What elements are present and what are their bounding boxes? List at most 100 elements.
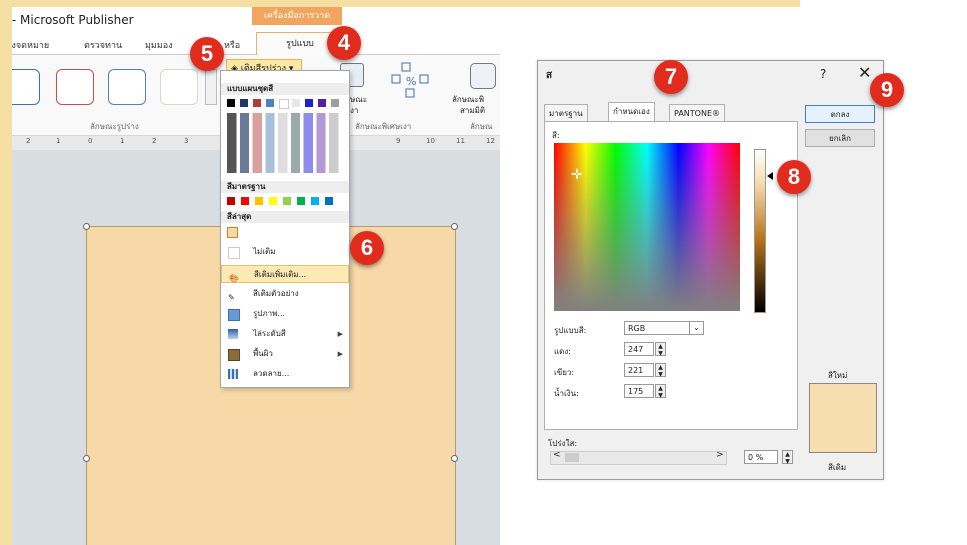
transparency-label: โปร่งใส: [548,439,578,448]
menu-item-sample-fill[interactable]: ✎ สีเติมตัวอย่าง [221,285,349,303]
menu-item-label: ไล่ระดับสี [253,329,286,338]
transparency-field[interactable]: 0 % [744,450,778,464]
step-badge-4: 4 [327,26,361,60]
color-model-label: รูปแบบสี: [554,326,587,335]
luminance-pointer-icon[interactable] [767,172,773,180]
recent-colors-header: สีล่าสุด [221,211,349,223]
tab-pantone[interactable]: PANTONE® [669,104,725,122]
menu-item-picture[interactable]: รูปภาพ... [221,305,349,323]
standard-color-row [227,197,343,207]
tutorial-background [0,0,800,7]
resize-handle[interactable] [451,223,458,230]
scroll-right-icon[interactable]: > [716,450,724,460]
close-icon[interactable]: ✕ [858,63,871,82]
tutorial-left-band [0,0,12,545]
tab-view[interactable]: มุมมอง [145,38,173,52]
3d-effects-icon[interactable] [470,63,496,89]
ruler-mark: 2 [152,137,157,145]
blue-spinner[interactable]: ▲ ▼ [655,384,666,399]
color-swatch[interactable] [253,99,261,107]
ruler-mark: 9 [396,137,401,145]
tab-review[interactable]: ตรวจทาน [84,38,122,52]
color-swatch[interactable] [297,197,305,205]
color-swatch[interactable] [292,99,300,107]
green-field[interactable]: 221 [624,363,654,377]
step-badge-7: 7 [654,60,688,94]
scroll-left-icon[interactable]: < [553,450,561,460]
color-swatch[interactable] [266,99,274,107]
ruler-mark: 2 [26,137,31,145]
colors-dialog: ส ? ✕ มาตรฐาน กำหนดเอง PANTONE® สี: ✛ รู… [537,60,884,480]
texture-icon [228,349,240,361]
colors-label: สี: [552,131,560,140]
ruler-mark: 12 [486,137,495,145]
slider-thumb[interactable] [565,453,579,462]
shape-style-blue2-swatch[interactable] [108,69,146,105]
new-color-label: สีใหม่ [828,371,848,380]
dialog-title: ส [546,70,553,81]
shadow-nudge-icon[interactable]: % [390,61,434,101]
current-color-label: สีเดิม [828,463,847,472]
pattern-icon [228,369,238,379]
picture-icon [228,309,240,321]
ruler-mark: 10 [426,137,435,145]
styles-scroll[interactable] [205,69,217,105]
menu-item-label: พื้นผิว [253,349,273,358]
new-color-preview [809,383,877,453]
recent-color-swatch[interactable] [227,227,238,238]
help-icon[interactable]: ? [820,67,826,81]
ruler-mark: 1 [120,137,125,145]
theme-tint-grid[interactable] [227,113,343,173]
color-swatch[interactable] [227,99,235,107]
group-label-3d: ลักษณ [470,122,493,131]
resize-handle[interactable] [451,455,458,462]
shape-style-tan-swatch[interactable] [160,69,198,105]
cancel-button[interactable]: ยกเลิก [805,129,875,147]
color-swatch[interactable] [255,197,263,205]
resize-handle[interactable] [83,223,90,230]
ok-button[interactable]: ตกลง [805,105,875,123]
menu-item-no-fill[interactable]: ไม่เติม [221,243,349,261]
resize-handle[interactable] [83,455,90,462]
color-swatch[interactable] [305,99,313,107]
menu-item-pattern[interactable]: ลวดลาย... [221,365,349,383]
menu-item-label: สีเติมตัวอย่าง [253,289,299,298]
color-swatch[interactable] [311,197,319,205]
color-swatch[interactable] [318,99,326,107]
color-swatch[interactable] [241,197,249,205]
menu-item-label: รูปภาพ... [253,309,286,318]
tab-custom[interactable]: กำหนดเอง [608,102,655,122]
color-swatch[interactable] [331,99,339,107]
tab-hidden[interactable]: หรือ [224,38,240,52]
blue-field[interactable]: 175 [624,384,654,398]
menu-item-label: สีเติมเพิ่มเติม... [254,270,307,279]
ruler-mark: 11 [456,137,465,145]
transparency-spinner[interactable]: ▲ ▼ [782,450,793,465]
red-spinner[interactable]: ▲ ▼ [655,342,666,357]
menu-item-gradient[interactable]: ไล่ระดับสี ▶ [221,325,349,343]
color-swatch[interactable] [325,197,333,205]
transparency-slider[interactable]: < > [550,450,727,465]
step-badge-8: 8 [777,160,811,194]
drawing-tools-context-tab[interactable]: เครื่องมือการวาด [252,7,342,25]
green-spinner[interactable]: ▲ ▼ [655,363,666,378]
color-swatch[interactable] [279,99,289,109]
shape-style-red-swatch[interactable] [56,69,94,105]
step-badge-9: 9 [870,73,904,107]
3d-label-2: สามมิติ [460,106,486,115]
menu-item-more-fill-colors[interactable]: 🎨 สีเติมเพิ่มเติม... [221,265,349,283]
color-model-select[interactable]: RGB ⌄ [624,321,704,335]
shadow-label-2: งา [350,106,359,115]
color-swatch[interactable] [227,197,235,205]
shape-fill-dropdown: แบบแผนชุดสี สีมาตรฐาน สีล่าสุด ไม่เติม 🎨… [220,70,350,388]
color-swatch[interactable] [269,197,277,205]
color-swatch[interactable] [240,99,248,107]
tab-mailings[interactable]: ส่งจดหมาย [6,38,49,52]
tab-standard[interactable]: มาตรฐาน [544,104,588,122]
color-model-value: RGB [628,324,646,333]
luminance-slider[interactable] [754,149,766,313]
menu-item-texture[interactable]: พื้นผิว ▶ [221,345,349,363]
gradient-icon [228,329,238,339]
color-swatch[interactable] [283,197,291,205]
red-field[interactable]: 247 [624,342,654,356]
